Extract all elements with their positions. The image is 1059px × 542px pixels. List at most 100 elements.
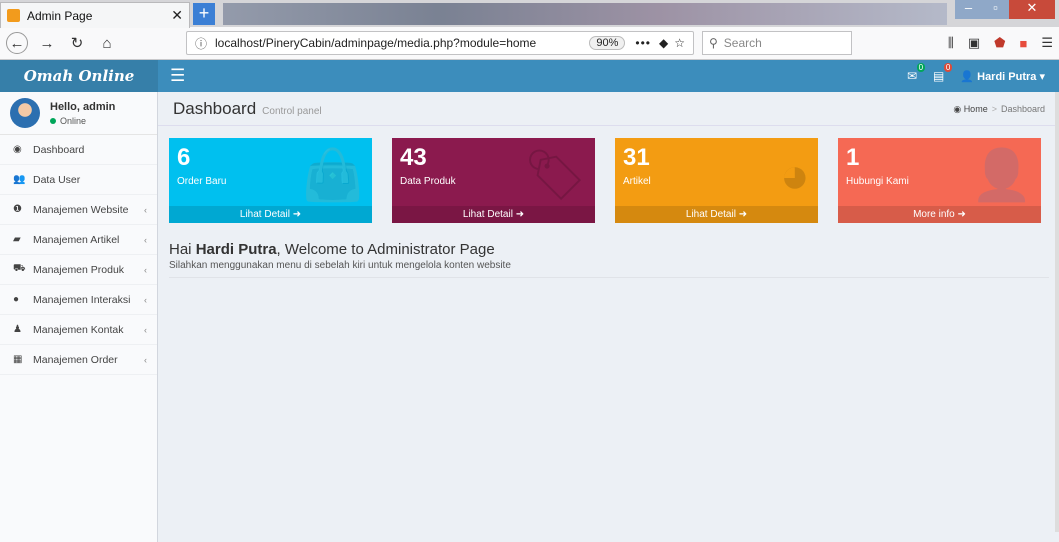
sidebar-item-manajemen-artikel[interactable]: ▰ Manajemen Artikel ‹ xyxy=(0,225,157,255)
app-header: Omah Online ☰ ✉ 0 ▤ 0 👤 Hardi Putra ▾ xyxy=(0,60,1059,92)
menu-icon[interactable]: ☰ xyxy=(1041,35,1053,51)
person-icon: ♟ xyxy=(13,324,22,335)
sidebar-item-label: Manajemen Website xyxy=(33,203,129,216)
sidebar-item-label: Manajemen Interaksi xyxy=(33,293,131,306)
stat-box-hubungi-kami: 1 Hubungi Kami 👤 More info ➜ xyxy=(838,138,1041,223)
admin-app: Omah Online ☰ ✉ 0 ▤ 0 👤 Hardi Putra ▾ Hell… xyxy=(0,60,1059,542)
minimize-button[interactable]: – xyxy=(955,0,982,19)
comments-icon: ● xyxy=(13,294,20,305)
user-add-icon: 👤 xyxy=(970,147,1033,203)
welcome-heading: Hai Hardi Putra, Welcome to Administrato… xyxy=(169,241,495,258)
sidebar-item-data-user[interactable]: 👥 Data User xyxy=(0,165,157,195)
chevron-left-icon: ‹ xyxy=(144,234,147,245)
browser-tab[interactable]: Admin Page ✕ xyxy=(0,2,190,28)
user-name: Hardi Putra xyxy=(977,70,1037,83)
new-tab-button[interactable]: + xyxy=(193,2,215,25)
chevron-left-icon: ‹ xyxy=(144,264,147,275)
tag-icon: 🏷 xyxy=(523,147,587,203)
breadcrumb: ◉ Home > Dashboard xyxy=(953,104,1045,114)
sidebar-item-manajemen-produk[interactable]: ⛟ Manajemen Produk ‹ xyxy=(0,255,157,285)
search-icon: ⚲ xyxy=(709,36,718,50)
page-subtitle: Control panel xyxy=(262,106,322,117)
chevron-left-icon: ‹ xyxy=(144,354,147,365)
messages-badge: 0 xyxy=(916,63,926,72)
sidebar-toggle-icon[interactable]: ☰ xyxy=(170,66,185,86)
chart-icon: ▦ xyxy=(13,354,23,365)
user-menu[interactable]: 👤 Hardi Putra ▾ xyxy=(960,70,1045,83)
stat-footer-link[interactable]: Lihat Detail ➜ xyxy=(392,206,595,223)
breadcrumb-home[interactable]: Home xyxy=(964,104,988,114)
maximize-button[interactable]: ▫ xyxy=(982,0,1009,19)
online-status-label: Online xyxy=(60,115,87,126)
window-controls: – ▫ ✕ xyxy=(955,0,1055,19)
url-text[interactable]: localhost/PineryCabin/adminpage/media.ph… xyxy=(215,36,589,50)
zoom-level[interactable]: 90% xyxy=(589,36,626,50)
search-placeholder: Search xyxy=(723,36,762,50)
main-content: Dashboard Control panel ◉ Home > Dashboard… xyxy=(158,92,1059,542)
sidebar-item-manajemen-order[interactable]: ▦ Manajemen Order ‹ xyxy=(0,345,157,375)
dashboard-icon: ◉ xyxy=(953,104,964,114)
stat-box-artikel: 31 Artikel ◕ Lihat Detail ➜ xyxy=(615,138,818,223)
sidebar-item-manajemen-interaksi[interactable]: ● Manajemen Interaksi ‹ xyxy=(0,285,157,315)
url-bar[interactable]: ⓘ localhost/PineryCabin/adminpage/media.… xyxy=(186,31,694,55)
sidebar-item-label: Manajemen Order xyxy=(33,353,118,366)
stat-footer-link[interactable]: Lihat Detail ➜ xyxy=(169,206,372,223)
user-panel: Hello, admin Online xyxy=(0,92,157,135)
sidebar-item-label: Manajemen Produk xyxy=(33,263,125,276)
close-window-button[interactable]: ✕ xyxy=(1009,0,1055,19)
logo[interactable]: Omah Online xyxy=(0,60,158,92)
sidebar-icon[interactable]: ▣ xyxy=(968,35,980,51)
stat-footer-link[interactable]: Lihat Detail ➜ xyxy=(615,206,818,223)
stat-box-order-baru: 6 Order Baru 👜 Lihat Detail ➜ xyxy=(169,138,372,223)
back-arrow-icon[interactable]: ← xyxy=(6,32,28,54)
header-right: ✉ 0 ▤ 0 👤 Hardi Putra ▾ xyxy=(907,63,1059,83)
chevron-left-icon: ‹ xyxy=(144,294,147,305)
sidebar-menu: ◉ Dashboard 👥 Data User ❶ Manajemen Website… xyxy=(0,135,157,375)
messages-icon[interactable]: ✉ 0 xyxy=(907,63,926,83)
tab-title: Admin Page xyxy=(27,8,93,23)
browser-tab-bar: Admin Page ✕ + – ▫ ✕ xyxy=(0,0,1059,28)
forward-arrow-icon[interactable]: → xyxy=(36,32,58,54)
browser-nav-bar: ← → ↻ ⌂ ⓘ localhost/PineryCabin/adminpag… xyxy=(0,27,1059,60)
stat-footer-link[interactable]: More info ➜ xyxy=(838,206,1041,223)
tab-favicon-icon xyxy=(7,9,20,22)
bag-icon: 👜 xyxy=(301,147,364,203)
pie-icon: ◕ xyxy=(779,147,810,203)
sidebar: Hello, admin Online ◉ Dashboard 👥 Data Use… xyxy=(0,92,158,542)
book-icon: ▰ xyxy=(13,234,21,245)
user-icon: 👤 xyxy=(960,70,978,83)
sidebar-item-dashboard[interactable]: ◉ Dashboard xyxy=(0,135,157,165)
browser-toolbar-icons: ⫼ ▣ ⬟ ■ ☰ xyxy=(948,35,1053,51)
sidebar-item-manajemen-website[interactable]: ❶ Manajemen Website ‹ xyxy=(0,195,157,225)
info-icon: ❶ xyxy=(13,204,22,215)
reload-icon[interactable]: ↻ xyxy=(66,32,88,54)
online-dot-icon xyxy=(50,117,56,124)
sidebar-item-label: Dashboard xyxy=(33,143,85,156)
pocket-icon[interactable]: ◆ xyxy=(659,36,668,50)
tab-close-icon[interactable]: ✕ xyxy=(171,7,183,24)
page-actions-icon[interactable]: ••• xyxy=(635,36,651,50)
bookmark-star-icon[interactable]: ☆ xyxy=(674,36,685,50)
library-icon[interactable]: ⫼ xyxy=(948,35,954,51)
background-tabs[interactable] xyxy=(223,2,947,25)
scrollbar[interactable] xyxy=(1055,92,1059,532)
extension-icon[interactable]: ■ xyxy=(1019,36,1027,51)
divider xyxy=(169,277,1049,278)
welcome-section: Hai Hardi Putra, Welcome to Administrato… xyxy=(158,223,1059,271)
content-header: Dashboard Control panel ◉ Home > Dashboard xyxy=(158,92,1059,126)
dashboard-icon: ◉ xyxy=(13,144,22,155)
chevron-left-icon: ‹ xyxy=(144,324,147,335)
info-icon[interactable]: ⓘ xyxy=(195,35,207,52)
sidebar-item-manajemen-kontak[interactable]: ♟ Manajemen Kontak ‹ xyxy=(0,315,157,345)
sidebar-item-label: Manajemen Kontak xyxy=(33,323,124,336)
users-icon: 👥 xyxy=(13,174,26,185)
avatar xyxy=(10,98,40,128)
breadcrumb-current: Dashboard xyxy=(1000,104,1045,114)
home-icon[interactable]: ⌂ xyxy=(96,32,118,54)
stat-box-data-produk: 43 Data Produk 🏷 Lihat Detail ➜ xyxy=(392,138,595,223)
welcome-subtitle: Silahkan menggunakan menu di sebelah kir… xyxy=(169,260,511,271)
search-input[interactable]: ⚲ Search xyxy=(702,31,852,55)
notifications-icon[interactable]: ▤ 0 xyxy=(933,63,953,83)
ublock-icon[interactable]: ⬟ xyxy=(994,35,1005,51)
notifications-badge: 0 xyxy=(943,63,953,72)
